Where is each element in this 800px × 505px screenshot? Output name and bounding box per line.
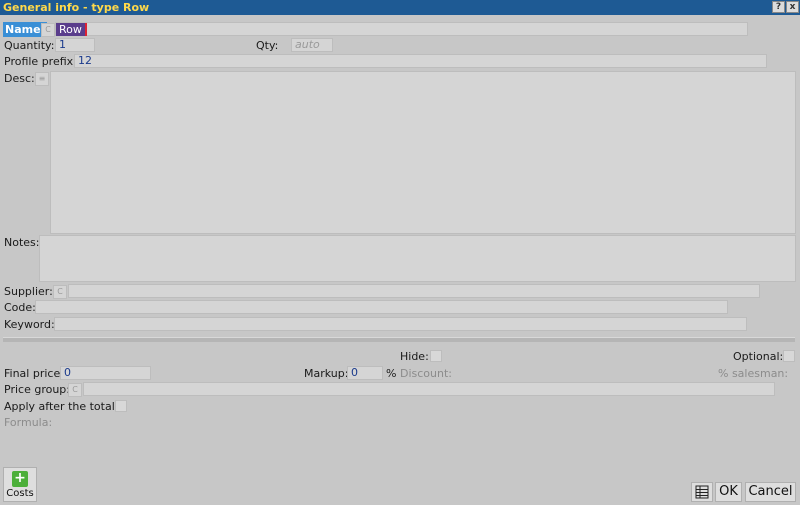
- markup-label: Markup:: [304, 367, 349, 380]
- desc-label: Desc:: [4, 72, 35, 85]
- costs-label: Costs: [6, 488, 34, 499]
- name-mode-icon[interactable]: C: [41, 23, 55, 37]
- quantity-label: Quantity:: [4, 39, 55, 52]
- cancel-button[interactable]: Cancel: [745, 482, 796, 502]
- name-value[interactable]: Row: [56, 23, 87, 36]
- code-input[interactable]: [35, 300, 728, 314]
- costs-button[interactable]: + Costs: [3, 467, 37, 502]
- section-divider: [3, 337, 795, 342]
- formula-label: Formula:: [4, 416, 53, 429]
- supplier-input[interactable]: [68, 284, 760, 298]
- code-label: Code:: [4, 301, 36, 314]
- price-group-input[interactable]: [83, 382, 775, 396]
- profile-prefix-label: Profile prefix:: [4, 55, 77, 68]
- title-bar: General info - type Row ? x: [0, 0, 800, 15]
- ok-button[interactable]: OK: [715, 482, 742, 502]
- plus-icon: +: [12, 471, 28, 487]
- markup-input[interactable]: 0: [347, 366, 383, 380]
- keyword-input[interactable]: [54, 317, 747, 331]
- table-icon: [695, 485, 709, 499]
- notes-label: Notes:: [4, 236, 40, 249]
- salesman-label: % salesman:: [718, 367, 789, 380]
- name-field[interactable]: [55, 22, 748, 36]
- notes-textarea[interactable]: [39, 235, 796, 282]
- keyword-label: Keyword:: [4, 318, 55, 331]
- apply-after-total-label: Apply after the total:: [4, 400, 119, 413]
- apply-after-total-checkbox[interactable]: [115, 400, 127, 412]
- supplier-mode-icon[interactable]: C: [53, 285, 67, 299]
- desc-textarea[interactable]: [50, 71, 796, 234]
- final-price-label: Final price:: [4, 367, 64, 380]
- price-group-label: Price group:: [4, 383, 70, 396]
- quantity-input[interactable]: 1: [55, 38, 95, 52]
- final-price-input[interactable]: 0: [60, 366, 151, 380]
- profile-prefix-input[interactable]: 12: [74, 54, 767, 68]
- hide-label: Hide:: [400, 350, 429, 363]
- markup-unit: %: [386, 367, 397, 380]
- optional-label: Optional:: [733, 350, 784, 363]
- supplier-label: Supplier:: [4, 285, 53, 298]
- qty-label: Qty:: [256, 39, 279, 52]
- table-button[interactable]: [691, 482, 713, 502]
- optional-checkbox[interactable]: [783, 350, 795, 362]
- price-group-mode-icon[interactable]: C: [68, 383, 82, 397]
- hide-checkbox[interactable]: [430, 350, 442, 362]
- qty-input[interactable]: auto: [291, 38, 333, 52]
- window-title: General info - type Row: [3, 1, 150, 14]
- help-button[interactable]: ?: [772, 1, 785, 13]
- close-button[interactable]: x: [786, 1, 799, 13]
- discount-label: Discount:: [400, 367, 452, 380]
- desc-list-icon[interactable]: ≡: [35, 72, 49, 86]
